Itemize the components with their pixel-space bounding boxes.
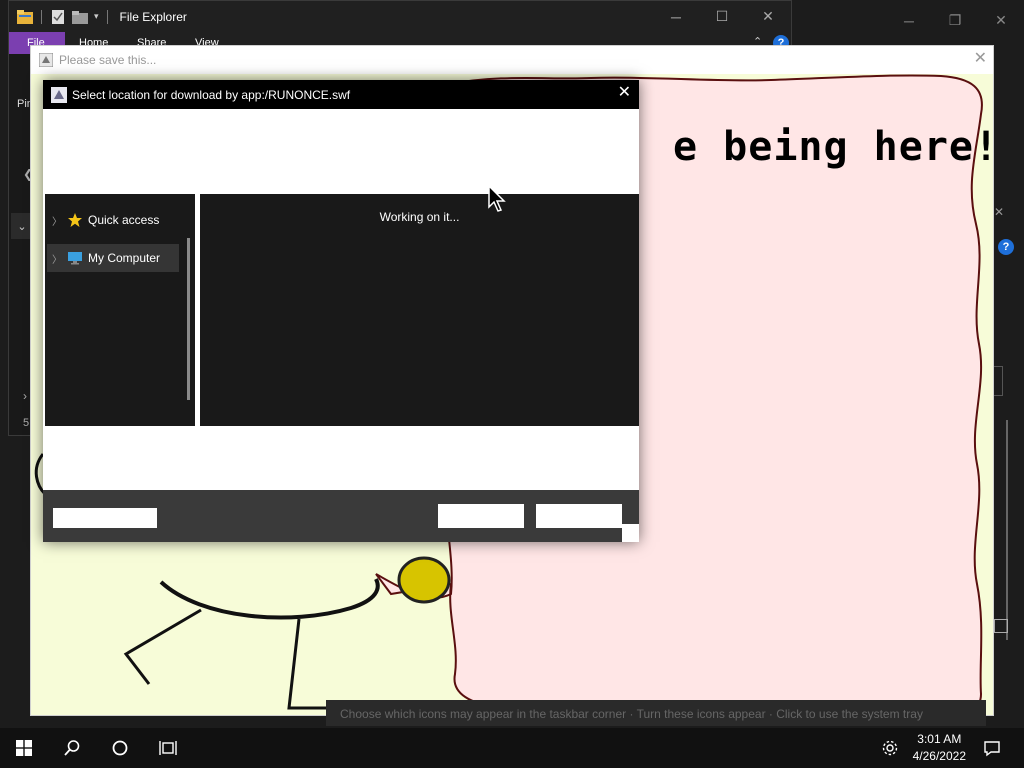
item-count: 5 [23, 417, 30, 429]
clock[interactable]: 3:01 AM 4/26/2022 [913, 731, 966, 765]
window-caption-buttons: ─ ☐ ✕ [653, 1, 791, 32]
dialog-title: Select location for download by app:/RUN… [72, 87, 351, 102]
speech-bubble-text: e being here! [673, 124, 993, 170]
yellow-blob [397, 556, 451, 604]
bg-restore-button[interactable]: ❐ [932, 5, 978, 36]
nav-item-label: Quick access [88, 213, 160, 227]
navigation-pane: 〉 Quick access 〉 My Computer [45, 194, 195, 426]
resize-grip[interactable] [622, 524, 639, 542]
background-scrollbar[interactable] [1006, 420, 1008, 640]
quick-access-dropdown-icon[interactable]: ▾ [94, 11, 99, 22]
nav-item-label: My Computer [88, 251, 161, 265]
close-button[interactable]: ✕ [745, 1, 791, 32]
computer-icon [68, 252, 82, 265]
titlebar-separator [41, 9, 42, 24]
search-button[interactable] [48, 728, 96, 768]
dialog-titlebar[interactable]: Select location for download by app:/RUN… [43, 80, 639, 109]
flash-titlebar[interactable]: Please save this... [31, 46, 993, 74]
expand-chevron-icon[interactable]: 〉 [47, 213, 67, 228]
clock-time: 3:01 AM [917, 732, 962, 746]
settings-tray-button[interactable] [866, 728, 914, 768]
background-window-caption: ─ ❐ ✕ [886, 5, 1024, 36]
nav-item-quick-access[interactable]: 〉 Quick access [47, 206, 179, 234]
maximize-button[interactable]: ☐ [699, 1, 745, 32]
close-icon[interactable]: ✕ [618, 85, 631, 101]
dialog-footer [43, 490, 639, 542]
cancel-button[interactable] [536, 504, 622, 528]
mouse-cursor-icon [488, 185, 506, 212]
creature-leg-left [123, 608, 202, 685]
help-icon[interactable]: ? [998, 239, 1014, 255]
nav-item-my-computer[interactable]: 〉 My Computer [47, 244, 179, 272]
cortana-button[interactable] [96, 728, 144, 768]
start-button[interactable] [0, 728, 48, 768]
taskbar: 3:01 AM 4/26/2022 [0, 728, 1024, 768]
titlebar-separator [106, 9, 108, 24]
folder-content-pane[interactable]: Working on it... [200, 194, 639, 426]
flash-window-title: Please save this... [59, 53, 157, 67]
cortana-icon [112, 740, 128, 756]
expand-arrow-icon[interactable]: › [23, 389, 27, 403]
windows-logo-icon [16, 740, 32, 756]
new-folder-icon[interactable] [72, 10, 88, 24]
minimize-button[interactable]: ─ [653, 1, 699, 32]
creature-leg-right [287, 618, 336, 710]
background-hint-text: Choose which icons may appear in the tas… [340, 707, 923, 721]
clock-date: 4/26/2022 [912, 749, 966, 763]
bg-minimize-button[interactable]: ─ [886, 5, 932, 36]
app-icon [39, 53, 53, 67]
bg-close-button[interactable]: ✕ [978, 5, 1024, 36]
app-icon [51, 86, 67, 103]
select-folder-button[interactable] [438, 504, 524, 528]
folder-name-field[interactable] [53, 508, 157, 528]
expand-chevron-icon[interactable]: 〉 [47, 251, 67, 266]
search-icon [64, 740, 80, 756]
select-location-dialog: Select location for download by app:/RUN… [43, 80, 639, 542]
close-icon[interactable]: ✕ [974, 48, 987, 68]
background-hint-strip: Choose which icons may appear in the tas… [326, 700, 986, 726]
background-panel-close-icon[interactable]: ✕ [994, 205, 1024, 235]
window-title: File Explorer [119, 9, 187, 24]
gear-icon [882, 740, 898, 756]
notification-icon [984, 741, 1000, 757]
task-view-icon [159, 741, 177, 755]
star-icon [68, 213, 82, 227]
nav-pane-scrollbar[interactable] [187, 238, 190, 400]
loading-status: Working on it... [379, 210, 460, 224]
creature-body [159, 578, 380, 620]
display-icon[interactable] [994, 619, 1008, 633]
folder-icon [17, 9, 33, 24]
task-view-button[interactable] [144, 728, 192, 768]
background-scroll-box [993, 366, 1003, 396]
properties-icon[interactable] [50, 9, 66, 24]
action-center-button[interactable] [968, 728, 1016, 768]
